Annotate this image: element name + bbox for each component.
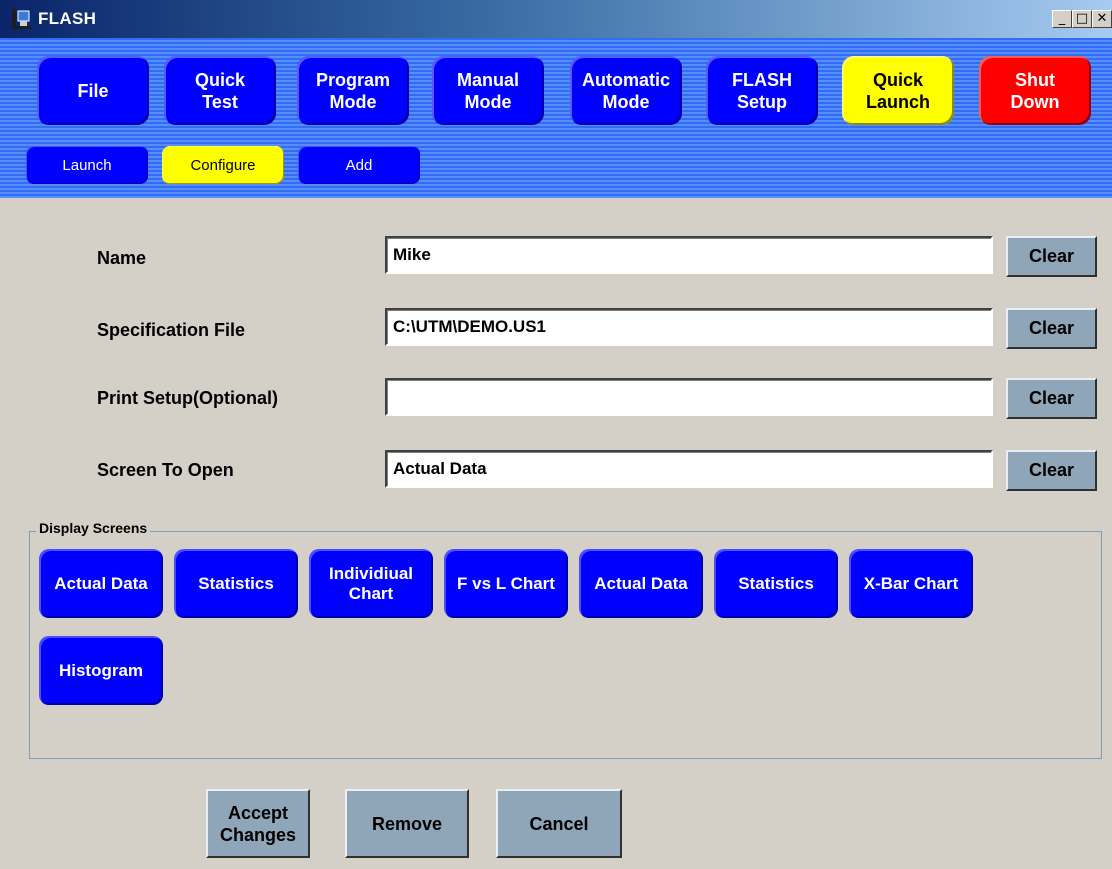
clear-print-setup-button[interactable]: Clear (1006, 378, 1097, 419)
screen-actual-data-button[interactable]: Actual Data (39, 549, 163, 618)
screen-x-bar-chart-button[interactable]: X-Bar Chart (849, 549, 973, 618)
automatic-mode-button[interactable]: Automatic Mode (570, 56, 682, 125)
specification-file-label: Specification File (97, 320, 246, 340)
print-setup-label: Print Setup(Optional) (97, 388, 278, 408)
flash-setup-button[interactable]: FLASH Setup (706, 56, 818, 125)
specification-file-field[interactable] (385, 308, 993, 346)
flash-app-icon (11, 9, 31, 29)
clear-screen-to-open-button[interactable]: Clear (1006, 450, 1097, 491)
program-mode-button[interactable]: Program Mode (297, 56, 409, 125)
screen-f-vs-l-chart-button[interactable]: F vs L Chart (444, 549, 568, 618)
menu-band: File Quick Test Program Mode Manual Mode… (0, 38, 1112, 198)
close-button[interactable]: ✕ (1092, 10, 1112, 28)
configure-tab[interactable]: Configure (162, 146, 284, 184)
display-screens-label: Display Screens (36, 520, 151, 536)
screen-histogram-button[interactable]: Histogram (39, 636, 163, 705)
screen-actual-data-button-2[interactable]: Actual Data (579, 549, 703, 618)
clear-name-button[interactable]: Clear (1006, 236, 1097, 277)
screen-individual-chart-button[interactable]: Individiual Chart (309, 549, 433, 618)
screen-to-open-field[interactable] (385, 450, 993, 488)
name-field[interactable] (385, 236, 993, 274)
file-button[interactable]: File (37, 56, 149, 125)
manual-mode-button[interactable]: Manual Mode (432, 56, 544, 125)
add-tab[interactable]: Add (298, 146, 420, 184)
print-setup-field[interactable] (385, 378, 993, 416)
accept-changes-button[interactable]: Accept Changes (206, 789, 310, 858)
remove-button[interactable]: Remove (345, 789, 469, 858)
window-title: FLASH (38, 9, 97, 28)
name-label: Name (97, 248, 147, 268)
minimize-button[interactable]: _ (1052, 10, 1072, 28)
clear-specification-button[interactable]: Clear (1006, 308, 1097, 349)
title-bar: FLASH _ □ ✕ (0, 0, 1112, 38)
cancel-button[interactable]: Cancel (496, 789, 622, 858)
quick-test-button[interactable]: Quick Test (164, 56, 276, 125)
screen-statistics-button[interactable]: Statistics (174, 549, 298, 618)
quick-launch-button[interactable]: Quick Launch (842, 56, 954, 125)
screen-to-open-label: Screen To Open (97, 460, 234, 480)
launch-tab[interactable]: Launch (26, 146, 148, 184)
shut-down-button[interactable]: Shut Down (979, 56, 1091, 125)
screen-statistics-button-2[interactable]: Statistics (714, 549, 838, 618)
maximize-button[interactable]: □ (1072, 10, 1092, 28)
